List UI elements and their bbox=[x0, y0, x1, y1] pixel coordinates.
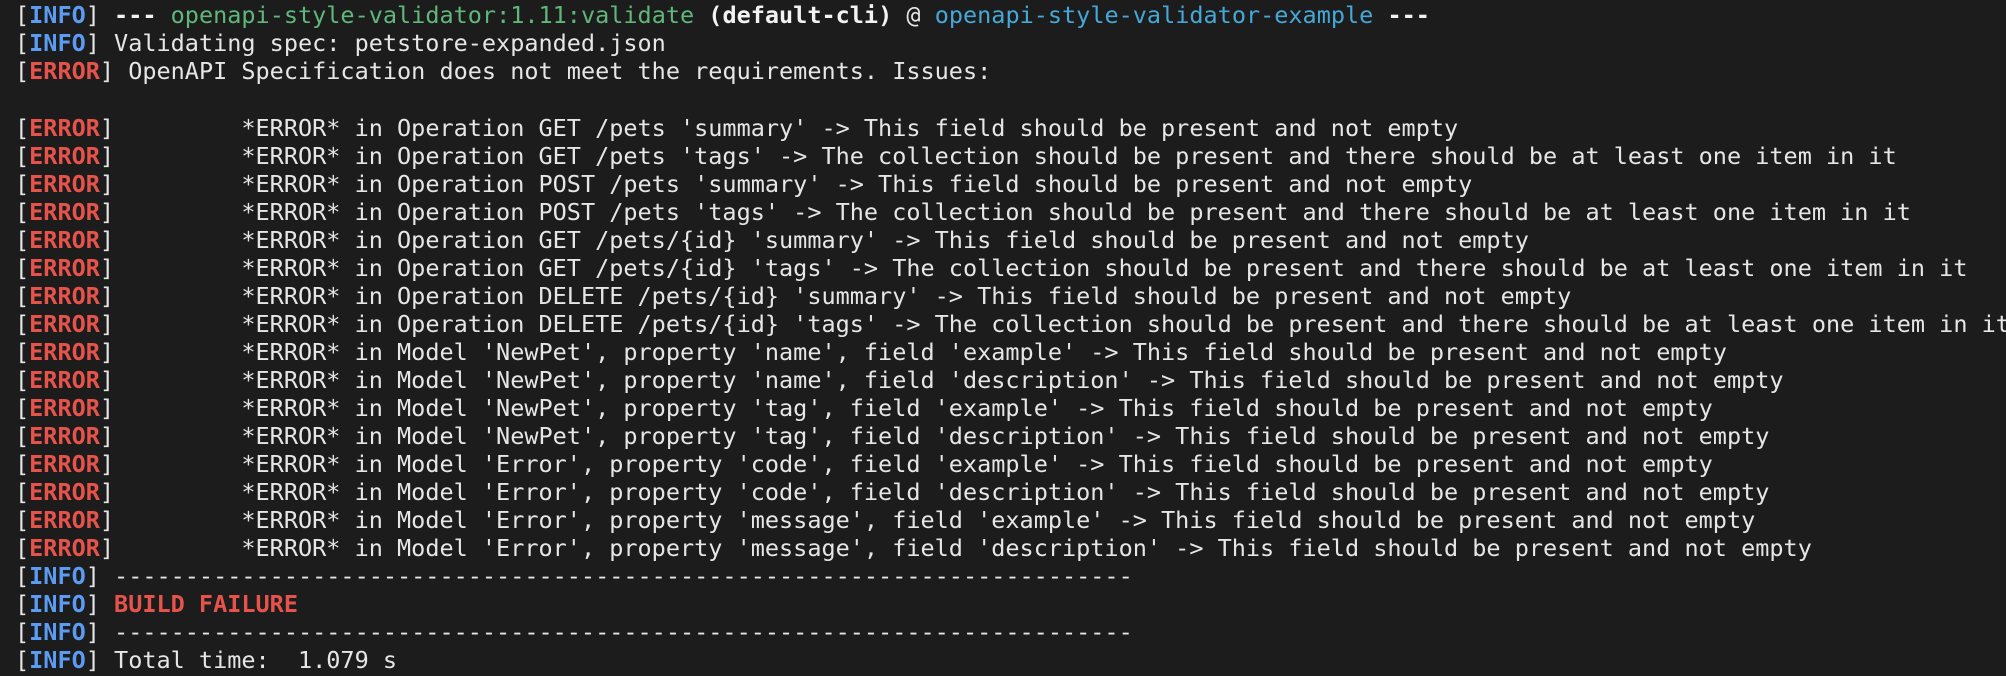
log-level-error: ERROR bbox=[29, 478, 100, 506]
issue-text: *ERROR* in Model 'Error', property 'mess… bbox=[128, 506, 1756, 534]
project-name: openapi-style-validator-example bbox=[934, 1, 1374, 29]
issue-text: *ERROR* in Operation GET /pets 'summary'… bbox=[128, 114, 1459, 142]
log-line-separator: [INFO] ---------------------------------… bbox=[15, 618, 1133, 646]
log-level-error: ERROR bbox=[29, 366, 100, 394]
log-level-info: INFO bbox=[29, 562, 86, 590]
log-line-issue: [ERROR] *ERROR* in Operation GET /pets '… bbox=[15, 142, 1897, 170]
log-line-validating: [INFO] Validating spec: petstore-expande… bbox=[15, 29, 666, 57]
log-level-info: INFO bbox=[29, 1, 86, 29]
log-line-issue: [ERROR] *ERROR* in Model 'Error', proper… bbox=[15, 534, 1812, 562]
separator-text: ----------------------------------------… bbox=[114, 562, 1133, 590]
log-level-error: ERROR bbox=[29, 142, 100, 170]
log-line-issue: [ERROR] *ERROR* in Operation GET /pets/{… bbox=[15, 254, 1968, 282]
log-level-error: ERROR bbox=[29, 170, 100, 198]
log-line-issue: [ERROR] *ERROR* in Operation GET /pets '… bbox=[15, 114, 1459, 142]
separator-text: ----------------------------------------… bbox=[114, 618, 1133, 646]
log-level-error: ERROR bbox=[29, 450, 100, 478]
log-line-issue: [ERROR] *ERROR* in Operation POST /pets … bbox=[15, 170, 1473, 198]
log-level-error: ERROR bbox=[29, 198, 100, 226]
log-line-issue: [ERROR] *ERROR* in Model 'NewPet', prope… bbox=[15, 394, 1713, 422]
log-line-issue: [ERROR] *ERROR* in Model 'Error', proper… bbox=[15, 506, 1756, 534]
log-line-separator: [INFO] ---------------------------------… bbox=[15, 562, 1133, 590]
log-line-header: [INFO] --- openapi-style-validator:1.11:… bbox=[15, 1, 1430, 29]
issue-text: *ERROR* in Operation POST /pets 'summary… bbox=[128, 170, 1473, 198]
log-level-error: ERROR bbox=[29, 534, 100, 562]
log-level-info: INFO bbox=[29, 590, 86, 618]
terminal-window[interactable]: [INFO] --- openapi-style-validator:1.11:… bbox=[0, 0, 2006, 676]
issue-text: *ERROR* in Model 'Error', property 'code… bbox=[128, 478, 1770, 506]
issue-text: *ERROR* in Model 'NewPet', property 'nam… bbox=[128, 338, 1727, 366]
log-level-info: INFO bbox=[29, 618, 86, 646]
log-level-error: ERROR bbox=[29, 114, 100, 142]
log-level-error: ERROR bbox=[29, 338, 100, 366]
build-failure-text: BUILD FAILURE bbox=[114, 590, 298, 618]
log-level-error: ERROR bbox=[29, 310, 100, 338]
issue-text: *ERROR* in Operation GET /pets/{id} 'tag… bbox=[128, 254, 1968, 282]
log-line-total-time: [INFO] Total time: 1.079 s bbox=[15, 646, 398, 674]
log-level-error: ERROR bbox=[29, 226, 100, 254]
header-dashes-right: --- bbox=[1387, 1, 1430, 29]
issues-list: [ERROR] *ERROR* in Operation GET /pets '… bbox=[15, 114, 2006, 562]
total-time-text: Total time: 1.079 s bbox=[114, 646, 398, 674]
header-dashes-left: --- bbox=[114, 1, 157, 29]
log-level-error: ERROR bbox=[29, 422, 100, 450]
log-line-blank bbox=[15, 85, 2006, 113]
log-level-error: ERROR bbox=[29, 57, 100, 85]
issue-text: *ERROR* in Operation DELETE /pets/{id} '… bbox=[128, 282, 1572, 310]
log-line-issue: [ERROR] *ERROR* in Model 'Error', proper… bbox=[15, 450, 1713, 478]
log-line-issue: [ERROR] *ERROR* in Model 'NewPet', prope… bbox=[15, 366, 1784, 394]
log-line-issue: [ERROR] *ERROR* in Operation DELETE /pet… bbox=[15, 282, 1572, 310]
issue-text: *ERROR* in Operation DELETE /pets/{id} '… bbox=[128, 310, 2006, 338]
log-level-error: ERROR bbox=[29, 394, 100, 422]
issue-text: *ERROR* in Operation GET /pets/{id} 'sum… bbox=[128, 226, 1529, 254]
log-line-issue: [ERROR] *ERROR* in Operation GET /pets/{… bbox=[15, 226, 1529, 254]
log-line-build-result: [INFO] BUILD FAILURE bbox=[15, 590, 298, 618]
log-level-error: ERROR bbox=[29, 506, 100, 534]
issue-text: *ERROR* in Model 'NewPet', property 'nam… bbox=[128, 366, 1784, 394]
log-level-info: INFO bbox=[29, 29, 86, 57]
log-line-issue: [ERROR] *ERROR* in Operation DELETE /pet… bbox=[15, 310, 2006, 338]
plugin-goal: openapi-style-validator:1.11:validate bbox=[170, 1, 695, 29]
issue-text: *ERROR* in Model 'NewPet', property 'tag… bbox=[128, 394, 1713, 422]
at-sign: @ bbox=[906, 1, 921, 29]
log-line-summary-error: [ERROR] OpenAPI Specification does not m… bbox=[15, 57, 992, 85]
issue-text: *ERROR* in Operation GET /pets 'tags' ->… bbox=[128, 142, 1897, 170]
log-level-info: INFO bbox=[29, 646, 86, 674]
validating-text: Validating spec: petstore-expanded.json bbox=[114, 29, 666, 57]
issue-text: *ERROR* in Operation POST /pets 'tags' -… bbox=[128, 198, 1911, 226]
summary-error-text: OpenAPI Specification does not meet the … bbox=[128, 57, 992, 85]
execution-id: (default-cli) bbox=[708, 1, 893, 29]
issue-text: *ERROR* in Model 'Error', property 'code… bbox=[128, 450, 1713, 478]
log-line-issue: [ERROR] *ERROR* in Model 'Error', proper… bbox=[15, 478, 1770, 506]
log-line-issue: [ERROR] *ERROR* in Model 'NewPet', prope… bbox=[15, 338, 1727, 366]
log-line-issue: [ERROR] *ERROR* in Operation POST /pets … bbox=[15, 198, 1911, 226]
issue-text: *ERROR* in Model 'Error', property 'mess… bbox=[128, 534, 1812, 562]
log-level-error: ERROR bbox=[29, 282, 100, 310]
log-level-error: ERROR bbox=[29, 254, 100, 282]
log-line-issue: [ERROR] *ERROR* in Model 'NewPet', prope… bbox=[15, 422, 1770, 450]
issue-text: *ERROR* in Model 'NewPet', property 'tag… bbox=[128, 422, 1770, 450]
